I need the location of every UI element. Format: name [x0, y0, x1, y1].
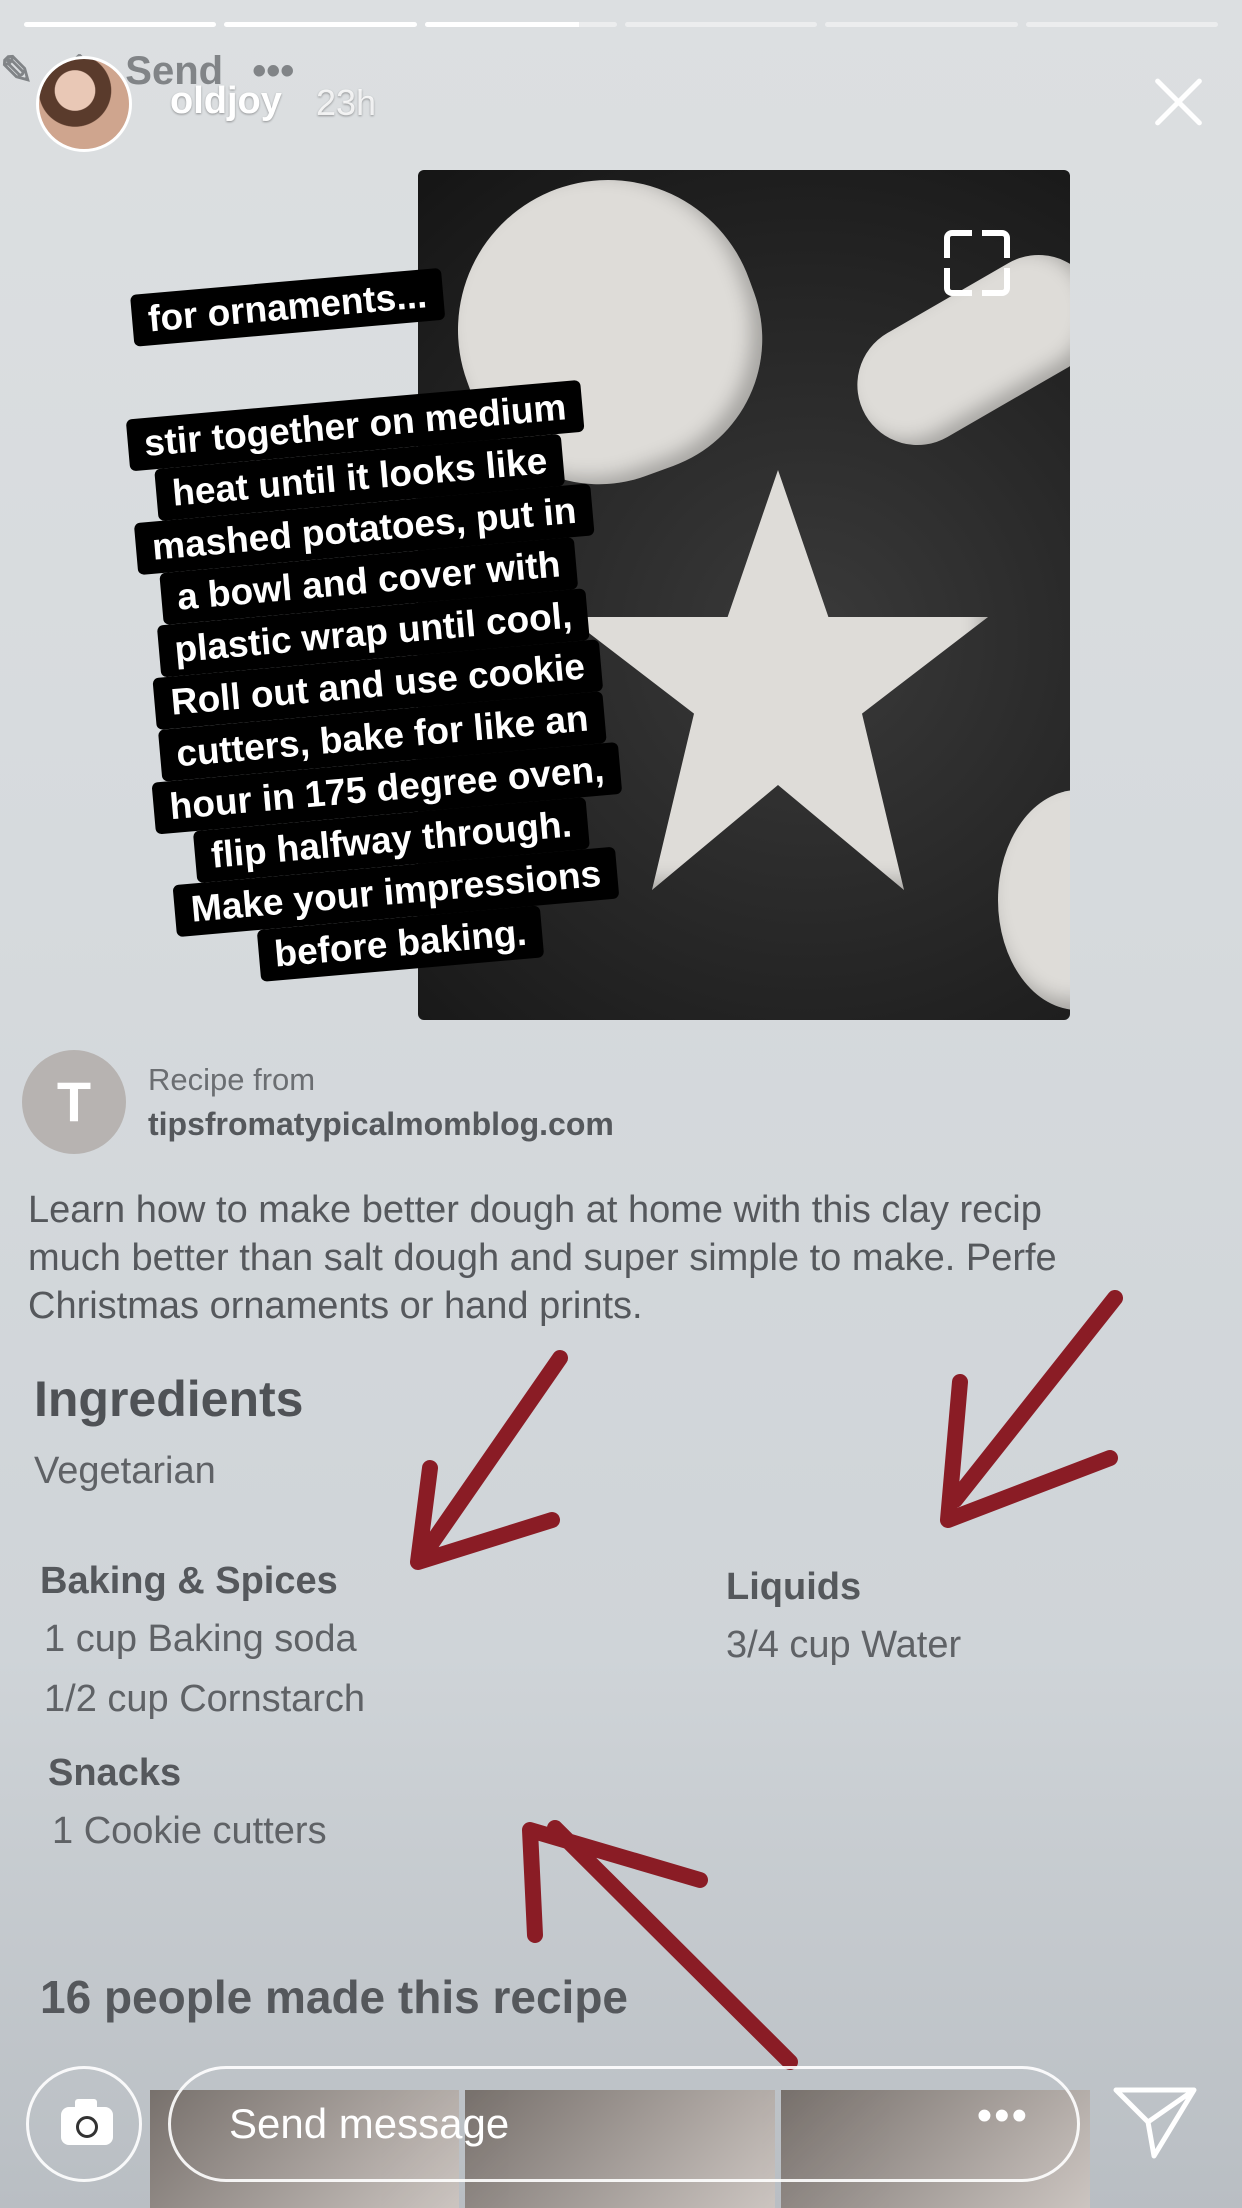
ingredient-item: 3/4 cup Water [726, 1624, 962, 1666]
diet-label: Vegetarian [34, 1450, 216, 1492]
progress-segment [825, 22, 1018, 27]
ingredient-item: 1 cup Baking soda [44, 1618, 357, 1660]
source-site: tipsfromatypicalmomblog.com [148, 1106, 614, 1142]
story-photo: ✎ ⇡ Send ••• T Recipe from tipsfromatypi… [0, 0, 1242, 2208]
recipe-description: Learn how to make better dough at home w… [28, 1189, 1057, 1327]
progress-segment [224, 22, 417, 27]
pencil-icon: ✎ [0, 49, 34, 93]
made-count: 16 people made this recipe [40, 1971, 629, 2023]
post-time: 23h [316, 82, 377, 123]
caption-instructions: stir together on medium heat until it lo… [64, 374, 692, 994]
source-prefix: Recipe from [148, 1062, 316, 1097]
ingredient-item: 1/2 cup Cornstarch [44, 1678, 366, 1720]
arrow-snacks [522, 1820, 798, 2070]
camera-button[interactable] [26, 2066, 142, 2182]
send-icon[interactable] [1110, 2082, 1200, 2162]
caption-title-block: for ornaments... [130, 267, 445, 347]
arrow-liquids [940, 1290, 1123, 1528]
message-field[interactable]: ••• [168, 2066, 1080, 2182]
progress-segment [424, 22, 617, 27]
caption-title: for ornaments... [130, 267, 445, 347]
round-ornament [998, 790, 1070, 1010]
more-options-icon[interactable]: ••• [977, 2091, 1029, 2141]
ingredients-heading: Ingredients [34, 1371, 304, 1427]
expand-icon [944, 230, 1010, 296]
story-progress [24, 22, 1218, 27]
progress-segment [1025, 22, 1218, 27]
avatar[interactable] [36, 56, 132, 152]
group-title-liquids: Liquids [726, 1566, 862, 1608]
progress-segment [624, 22, 818, 27]
camera-icon [61, 2099, 113, 2145]
message-input[interactable] [227, 2099, 931, 2149]
reply-bar: ••• [0, 2052, 1242, 2208]
group-title-snacks: Snacks [48, 1752, 182, 1794]
arrow-baking [410, 1350, 568, 1570]
story-header: oldjoy 23h [36, 52, 1206, 152]
source-avatar: T [22, 1050, 126, 1154]
ingredient-item: 1 Cookie cutters [52, 1810, 327, 1852]
close-icon[interactable] [1150, 74, 1206, 130]
progress-segment [24, 22, 217, 27]
username[interactable]: oldjoy [170, 80, 282, 123]
group-title-baking: Baking & Spices [40, 1560, 338, 1602]
